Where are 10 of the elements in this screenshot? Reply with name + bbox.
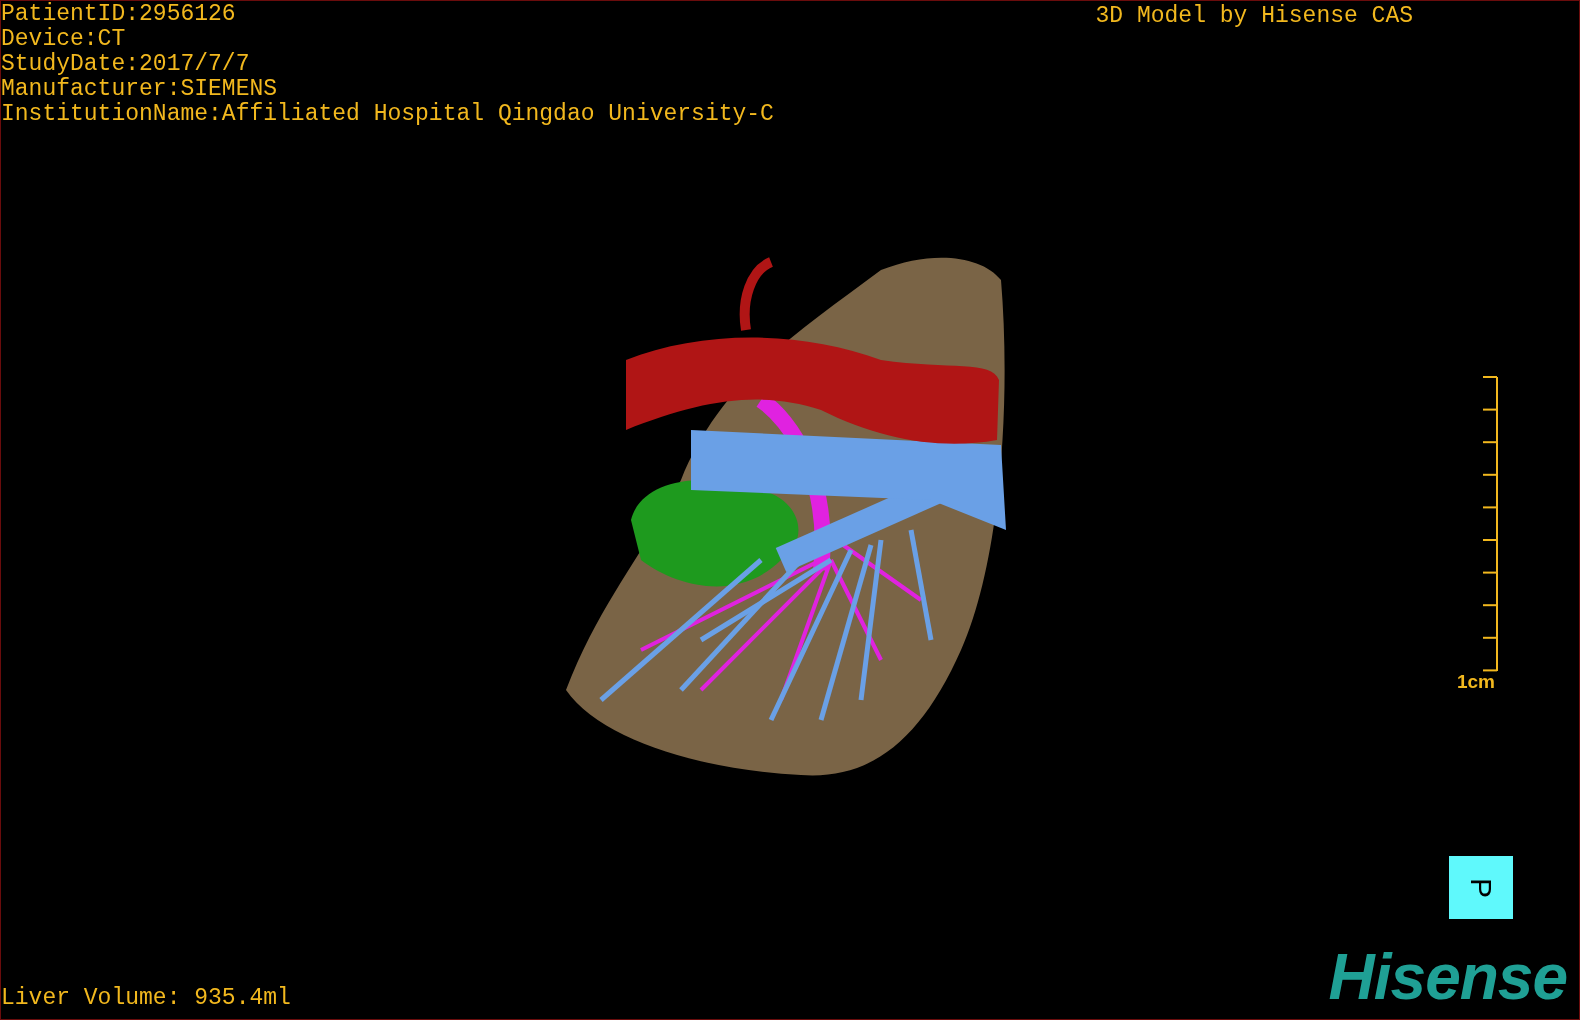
orientation-cube[interactable]: P [1449,856,1513,919]
patient-info-text: StudyDate:2017/7/7 [1,52,251,77]
patient-info-text: InstitutionName:Affiliated Hospital Qingdao University-C [1,102,774,127]
patient-info-text: Device:CT [1,27,127,52]
liver-volume-text: Liver Volume: 935.4ml [1,986,291,1013]
patient-info-text: PatientID:2956126 [1,2,237,27]
model-title: 3D Model by Hisense CAS [1095,4,1413,31]
patient-info-text: Manufacturer:SIEMENS [1,77,279,102]
scale-label: 1cm [1456,672,1495,692]
logo-text: Hisense [1328,945,1568,1009]
